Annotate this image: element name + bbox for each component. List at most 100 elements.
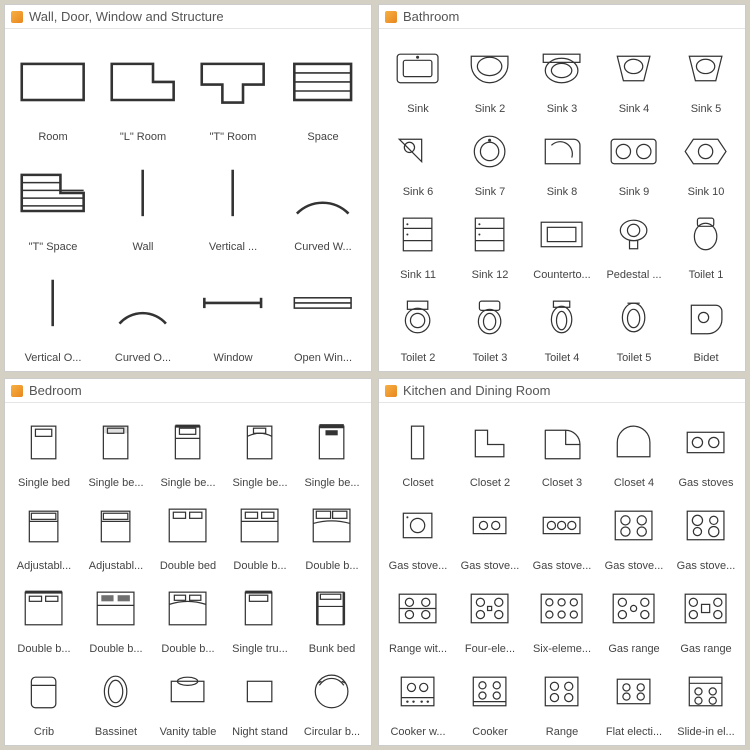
shape-item[interactable]: Sink 4 [599, 35, 669, 116]
shape-item[interactable]: Closet 3 [527, 409, 597, 490]
shape-item[interactable]: Curved O... [99, 256, 187, 365]
shape-item[interactable]: Bassinet [81, 658, 151, 739]
shape-item[interactable]: "T" Space [9, 146, 97, 255]
shape-item[interactable]: Gas stove... [383, 492, 453, 573]
shape-label: "L" Room [100, 128, 186, 143]
shape-item[interactable]: Range wit... [383, 575, 453, 656]
shape-item[interactable]: "T" Room [189, 35, 277, 144]
shape-item[interactable]: Gas stove... [671, 492, 741, 573]
shape-label: Sink 2 [456, 100, 524, 115]
range4b-icon [456, 576, 524, 640]
dbed5-icon [82, 576, 150, 640]
shape-item[interactable]: Closet 4 [599, 409, 669, 490]
shape-item[interactable]: Gas range [671, 575, 741, 656]
shape-item[interactable]: Sink 3 [527, 35, 597, 116]
shape-item[interactable]: Single be... [297, 409, 367, 490]
shape-item[interactable]: Cooker [455, 658, 525, 739]
shape-item[interactable]: Gas stove... [599, 492, 669, 573]
shape-item[interactable]: Six-eleme... [527, 575, 597, 656]
shape-item[interactable]: Double b... [225, 492, 295, 573]
sink-icon [384, 36, 452, 100]
bed4-icon [226, 410, 294, 474]
shape-item[interactable]: Night stand [225, 658, 295, 739]
shape-item[interactable]: Sink 12 [455, 201, 525, 282]
shape-label: Four-ele... [456, 640, 524, 655]
shape-item[interactable]: Flat electi... [599, 658, 669, 739]
stove4-icon [600, 493, 668, 557]
shape-item[interactable]: Circular b... [297, 658, 367, 739]
shape-label: Gas stove... [672, 557, 740, 572]
panel-expand-icon [11, 385, 23, 397]
shape-item[interactable]: Closet [383, 409, 453, 490]
shape-item[interactable]: Sink 7 [455, 118, 525, 199]
shape-item[interactable]: Adjustabl... [9, 492, 79, 573]
shape-item[interactable]: Toilet 3 [455, 284, 525, 365]
shape-item[interactable]: Room [9, 35, 97, 144]
panel-header[interactable]: Wall, Door, Window and Structure [5, 5, 371, 29]
shape-item[interactable]: Sink 10 [671, 118, 741, 199]
shape-item[interactable]: Sink 8 [527, 118, 597, 199]
shape-item[interactable]: Single be... [153, 409, 223, 490]
shape-item[interactable]: Single be... [81, 409, 151, 490]
shape-item[interactable]: Crib [9, 658, 79, 739]
panel-header[interactable]: Bathroom [379, 5, 745, 29]
shape-item[interactable]: Gas range [599, 575, 669, 656]
shape-item[interactable]: Slide-in el... [671, 658, 741, 739]
shape-item[interactable]: Toilet 4 [527, 284, 597, 365]
shape-item[interactable]: Double bed [153, 492, 223, 573]
shape-item[interactable]: Window [189, 256, 277, 365]
shape-item[interactable]: Adjustabl... [81, 492, 151, 573]
shape-item[interactable]: Toilet 5 [599, 284, 669, 365]
shape-label: Open Win... [280, 349, 366, 364]
shape-item[interactable]: Range [527, 658, 597, 739]
panel-header[interactable]: Bedroom [5, 379, 371, 403]
shape-label: Vertical O... [10, 349, 96, 364]
shape-item[interactable]: Single be... [225, 409, 295, 490]
shape-item[interactable]: Toilet 2 [383, 284, 453, 365]
shape-item[interactable]: Sink 6 [383, 118, 453, 199]
shape-item[interactable]: Vanity table [153, 658, 223, 739]
shape-item[interactable]: Bidet [671, 284, 741, 365]
shape-item[interactable]: Vertical ... [189, 146, 277, 255]
shape-item[interactable]: Bunk bed [297, 575, 367, 656]
shape-label: Toilet 2 [384, 349, 452, 364]
shape-item[interactable]: Wall [99, 146, 187, 255]
shape-item[interactable]: Sink 9 [599, 118, 669, 199]
shape-label: Toilet 1 [672, 266, 740, 281]
cab-icon [384, 202, 452, 266]
shape-item[interactable]: Gas stoves [671, 409, 741, 490]
vanity-icon [154, 659, 222, 723]
shape-item[interactable]: Double b... [297, 492, 367, 573]
shape-item[interactable]: Counterto... [527, 201, 597, 282]
shape-item[interactable]: Sink [383, 35, 453, 116]
shape-label: Vertical ... [190, 238, 276, 253]
shape-item[interactable]: Single tru... [225, 575, 295, 656]
shape-item[interactable]: Open Win... [279, 256, 367, 365]
shape-item[interactable]: Double b... [81, 575, 151, 656]
cooker2-icon [456, 659, 524, 723]
shape-item[interactable]: Sink 2 [455, 35, 525, 116]
sink-double-icon [600, 119, 668, 183]
shape-item[interactable]: Space [279, 35, 367, 144]
shape-item[interactable]: "L" Room [99, 35, 187, 144]
shape-item[interactable]: Single bed [9, 409, 79, 490]
shape-item[interactable]: Gas stove... [455, 492, 525, 573]
shape-label: Gas stove... [528, 557, 596, 572]
shape-item[interactable]: Closet 2 [455, 409, 525, 490]
shape-item[interactable]: Vertical O... [9, 256, 97, 365]
shape-item[interactable]: Double b... [9, 575, 79, 656]
shape-item[interactable]: Sink 11 [383, 201, 453, 282]
stove-sm2-icon [456, 493, 524, 557]
shape-item[interactable]: Sink 5 [671, 35, 741, 116]
shape-item[interactable]: Toilet 1 [671, 201, 741, 282]
panel-header[interactable]: Kitchen and Dining Room [379, 379, 745, 403]
shape-panel: BedroomSingle bedSingle be...Single be..… [4, 378, 372, 746]
shape-item[interactable]: Cooker w... [383, 658, 453, 739]
shape-item[interactable]: Double b... [153, 575, 223, 656]
shape-item[interactable]: Pedestal ... [599, 201, 669, 282]
stove1-icon [384, 493, 452, 557]
shape-item[interactable]: Curved W... [279, 146, 367, 255]
shape-item[interactable]: Four-ele... [455, 575, 525, 656]
shape-item[interactable]: Gas stove... [527, 492, 597, 573]
shape-label: Gas range [672, 640, 740, 655]
